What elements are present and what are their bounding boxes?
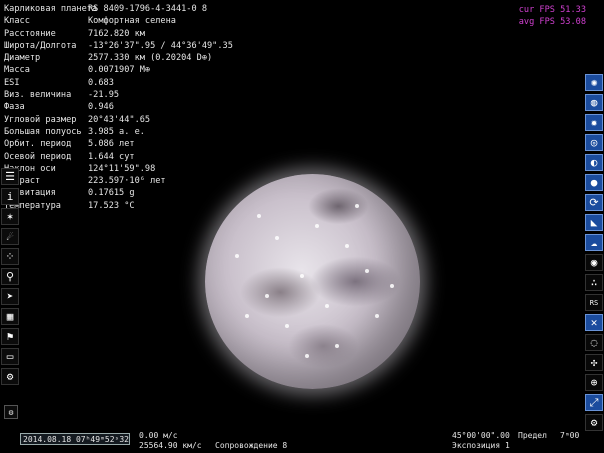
gear-icon[interactable]: ⚙ (585, 414, 603, 431)
info-value: 1.644 сут (88, 151, 135, 162)
info-value: 0.0071907 M⊕ (88, 65, 151, 76)
info-label: Орбит. период (4, 139, 72, 150)
info-icon[interactable]: i (1, 188, 19, 205)
dwarf-planet-view[interactable] (205, 174, 420, 389)
star-cluster-icon[interactable]: ✶ (1, 208, 19, 225)
info-row: Диаметр 2577.330 км (0.20204 D⊕) (4, 52, 233, 64)
average-fps: avg FPS 53.08 (518, 17, 586, 27)
info-label: Фаза (4, 102, 25, 113)
target-icon[interactable]: ◌ (585, 334, 603, 351)
compass-icon[interactable]: ✣ (585, 354, 603, 371)
info-value: -13°26'37".95 / 44°36'49".35 (88, 40, 233, 51)
info-row: Масса 0.0071907 M⊕ (4, 64, 233, 76)
info-label: Диаметр (4, 53, 41, 64)
info-value: -21.95 (88, 90, 120, 101)
follow-mode-label[interactable]: Сопровождение 8 (215, 441, 287, 451)
right-toolbar: ✺ ◍ ✹ ◎ ◐ ● ⟳ ◣ ☁ ◉ ∴ RS ✕ ◌ ✣ ⊕ ⤢ ⚙ (584, 74, 604, 434)
info-value: RS 8409-1796-4-3441-0 8 (88, 4, 207, 14)
info-value: 0.683 (88, 77, 114, 88)
current-fps: cur FPS 51.33 (518, 5, 586, 15)
rs-icon[interactable]: RS (585, 294, 603, 311)
info-label: Большая полуось (4, 126, 82, 137)
info-label: Виз. величина (4, 90, 72, 101)
info-value: 2577.330 км (0.20204 D⊕) (88, 53, 213, 64)
info-value: 7162.820 км (88, 28, 145, 39)
magnitude-limit-value[interactable]: 7ᵐ00 (560, 431, 579, 441)
info-value: 3.985 а. е. (88, 126, 145, 137)
info-label: Класс (4, 16, 30, 27)
info-value: 0.17615 g (88, 188, 135, 199)
speed-value-secondary: 25564.90 км/с (139, 441, 202, 450)
settings-icon[interactable]: ⚙ (1, 368, 19, 385)
info-label: Осевой период (4, 151, 72, 162)
info-value: 124°11'59".98 (88, 163, 156, 174)
field-of-view[interactable]: 45°00'00".00 (452, 431, 510, 441)
stars-labels-icon[interactable]: ∴ (585, 274, 603, 291)
info-value: 223.597·10⁶ лет (88, 176, 166, 187)
search-icon[interactable]: ⚲ (1, 268, 19, 285)
info-row: Осевой период 1.644 сут (4, 151, 233, 163)
asteroid-icon[interactable]: ⟳ (585, 194, 603, 211)
monitor-icon[interactable]: ▭ (1, 348, 19, 365)
info-row: Угловой размер 20°43'44".65 (4, 114, 233, 126)
speed-display: 0.00 м/с 25564.90 км/с (139, 431, 202, 451)
flag-icon[interactable]: ⚑ (1, 328, 19, 345)
info-row: Класс Комфортная селена (4, 15, 233, 27)
fullscreen-icon[interactable]: ⤢ (585, 394, 603, 411)
calendar-icon[interactable]: ▦ (1, 308, 19, 325)
info-row: Температура 17.523 °C (4, 200, 233, 212)
info-label: ESI (4, 77, 20, 88)
info-value: 5.086 лет (88, 139, 135, 150)
settings-corner-icon[interactable]: ⚙ (4, 405, 18, 419)
info-label: Широта/Долгота (4, 40, 77, 51)
orbit-icon[interactable]: ◎ (585, 134, 603, 151)
grid-cross-icon[interactable]: ✕ (585, 314, 603, 331)
info-row: Расстояние 7162.820 км (4, 28, 233, 40)
speed-value: 0.00 м/с (139, 431, 178, 440)
info-row: Карликовая планета RS 8409-1796-4-3441-0 … (4, 3, 233, 15)
info-row: Гравитация 0.17615 g (4, 187, 233, 199)
sun-icon[interactable]: ✹ (585, 114, 603, 131)
eye-icon[interactable]: ◉ (585, 254, 603, 271)
nebula-icon[interactable]: ◍ (585, 94, 603, 111)
info-row: ESI 0.683 (4, 77, 233, 89)
exposure-label[interactable]: Экспозиция 1 (452, 441, 510, 451)
menu-icon[interactable]: ☰ (1, 168, 19, 185)
tag-icon[interactable]: ◣ (585, 214, 603, 231)
fps-counter: cur FPS 51.33 avg FPS 53.08 (519, 4, 586, 28)
moon-icon[interactable]: ● (585, 174, 603, 191)
date-time-field[interactable]: 2014.08.18 07ʰ49ᵐ52ˢ32 (20, 433, 130, 445)
globe-icon[interactable]: ⊕ (585, 374, 603, 391)
bottom-status-bar: 2014.08.18 07ʰ49ᵐ52ˢ32 0.00 м/с 25564.90… (0, 431, 604, 453)
object-info-panel: Карликовая планета RS 8409-1796-4-3441-0 … (4, 3, 233, 212)
info-row: Виз. величина -21.95 (4, 89, 233, 101)
planet-ring-icon[interactable]: ◐ (585, 154, 603, 171)
info-label: Карликовая планета (4, 4, 98, 14)
info-row: Орбит. период 5.086 лет (4, 138, 233, 150)
star-field-icon[interactable]: ⁘ (1, 248, 19, 265)
info-value: 0.946 (88, 102, 114, 113)
info-value: Комфортная селена (88, 16, 176, 27)
galaxy-icon[interactable]: ✺ (585, 74, 603, 91)
cloud-icon[interactable]: ☁ (585, 234, 603, 251)
info-value: 17.523 °C (88, 200, 135, 211)
magnitude-limit-label: Предел (518, 431, 547, 440)
info-row: Возраст 223.597·10⁶ лет (4, 175, 233, 187)
info-row: Наклон оси 124°11'59".98 (4, 163, 233, 175)
info-row: Фаза 0.946 (4, 101, 233, 113)
info-label: Расстояние (4, 28, 56, 39)
info-label: Масса (4, 65, 30, 76)
info-row: Большая полуось 3.985 а. е. (4, 126, 233, 138)
info-row: Широта/Долгота -13°26'37".95 / 44°36'49".… (4, 40, 233, 52)
ship-icon[interactable]: ➤ (1, 288, 19, 305)
info-value: 20°43'44".65 (88, 114, 151, 125)
comet-icon[interactable]: ☄ (1, 228, 19, 245)
info-label: Угловой размер (4, 114, 77, 125)
left-toolbar: ☰ i ✶ ☄ ⁘ ⚲ ➤ ▦ ⚑ ▭ ⚙ (0, 168, 20, 388)
